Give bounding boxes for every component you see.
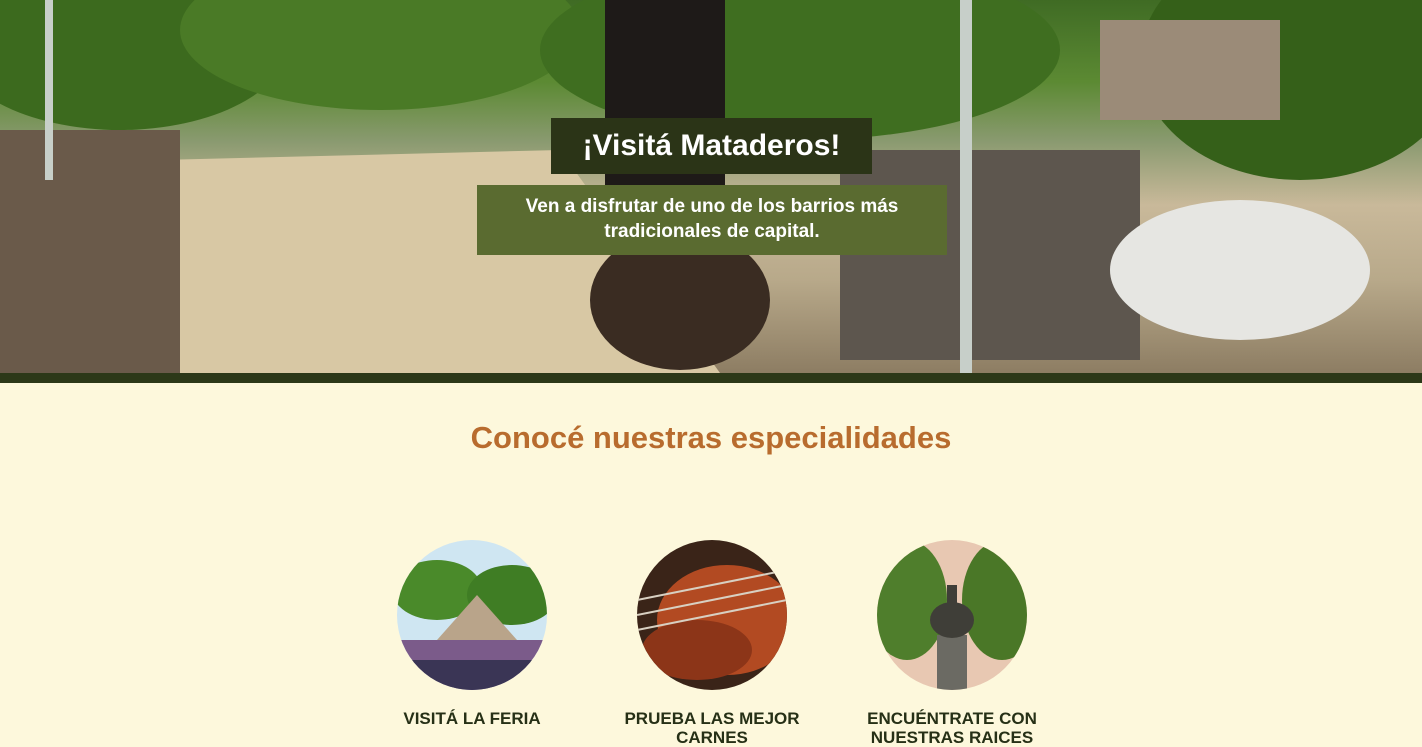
grilled-meat-photo [637, 540, 787, 690]
specialty-card-carnes[interactable]: PRUEBA LAS MEJOR CARNES [592, 540, 832, 747]
specialty-label: VISITÁ LA FERIA [403, 709, 541, 728]
specialty-card-feria[interactable]: VISITÁ LA FERIA [352, 540, 592, 729]
specialty-card-raices[interactable]: ENCUÉNTRATE CON NUESTRAS RAICES [832, 540, 1072, 747]
hero-bottom-bar [0, 373, 1422, 383]
hero-subtitle: Ven a disfrutar de uno de los barrios má… [477, 185, 947, 255]
specialty-label: PRUEBA LAS MEJOR CARNES [624, 709, 800, 747]
hero-title: ¡Visitá Mataderos! [551, 118, 872, 174]
statue-photo [877, 540, 1027, 690]
specialty-label: ENCUÉNTRATE CON NUESTRAS RAICES [867, 709, 1037, 747]
specialties-heading: Conocé nuestras especialidades [470, 420, 952, 455]
fair-photo [397, 540, 547, 690]
